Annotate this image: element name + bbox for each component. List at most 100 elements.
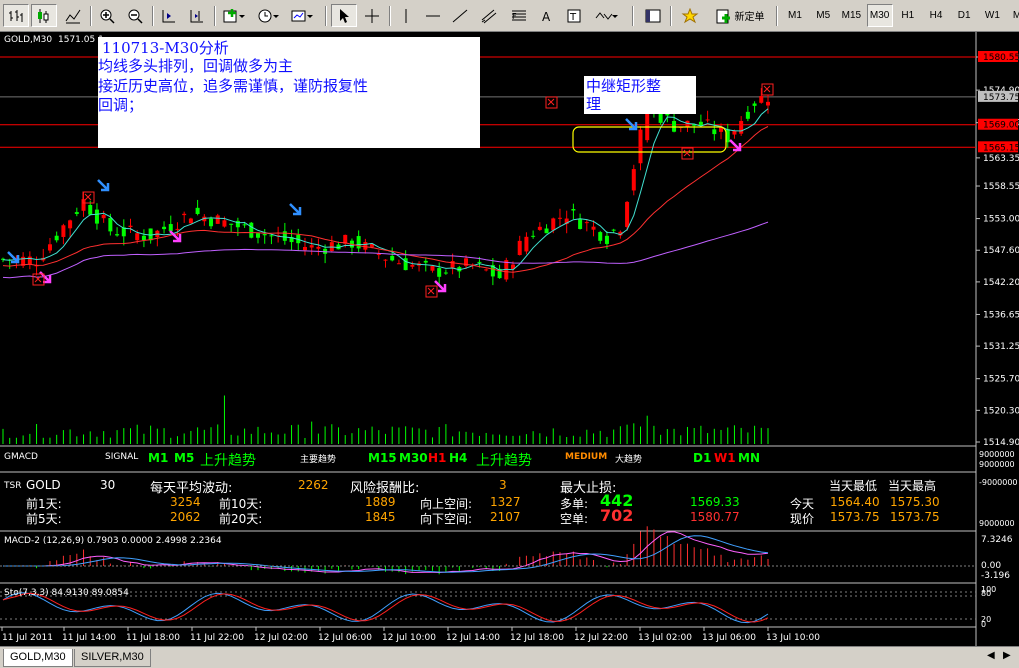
candle-body <box>128 225 133 227</box>
candle-body <box>256 233 260 238</box>
price-label: 1571.05 1 <box>58 35 104 45</box>
horizontal-line-icon[interactable] <box>421 4 445 27</box>
candle-body <box>598 232 603 241</box>
consolidation-note: 中继矩形整 理 <box>584 76 696 114</box>
r10-value: 1889 <box>365 495 396 509</box>
analysis-title: 110713-M30分析 <box>102 39 229 57</box>
candle-body <box>168 224 173 232</box>
candle-body <box>544 228 549 234</box>
templates-icon[interactable] <box>287 4 317 27</box>
gmacd-label: GMACD <box>4 452 38 462</box>
candlestick-chart-icon[interactable] <box>31 4 57 27</box>
add-indicator-icon[interactable] <box>219 4 249 27</box>
candle-body <box>672 121 677 132</box>
crosshair-icon[interactable] <box>359 4 385 27</box>
candle-body <box>537 226 542 230</box>
candle-body <box>443 272 448 274</box>
tab-scroll-left-icon[interactable]: ◀ <box>987 650 995 661</box>
now-high-value: 1573.75 <box>890 510 940 524</box>
text-tool-icon[interactable]: A <box>535 4 559 27</box>
new-order-button[interactable]: 新定单 <box>707 4 773 27</box>
candle-body <box>222 220 227 227</box>
trend-signal-1: 上升趋势 <box>200 453 256 469</box>
stop-cross-icon <box>427 287 435 295</box>
today-high-label: 当天最高 <box>888 479 937 493</box>
price-axis-label: 1536.65 <box>983 310 1019 320</box>
short-number: 702 <box>600 506 634 525</box>
fibonacci-icon[interactable]: F <box>507 4 531 27</box>
line-chart-icon[interactable] <box>60 4 86 27</box>
period-m1-button[interactable]: M1 <box>782 4 808 27</box>
periodicity-icon[interactable] <box>640 4 666 27</box>
candle-body <box>262 234 267 236</box>
cursor-icon[interactable] <box>331 4 357 27</box>
time-axis-label: 11 Jul 22:00 <box>190 633 244 643</box>
sto-axis-label: 80 <box>981 589 991 598</box>
candle-body <box>101 214 106 219</box>
stop-cross-icon <box>547 98 555 106</box>
candle-body <box>47 244 52 251</box>
ma-mid-line <box>2 126 769 273</box>
candle-body <box>430 266 435 271</box>
candle-body <box>302 246 307 251</box>
chart-shift-icon[interactable] <box>184 4 210 27</box>
analysis-line-3: 回调； <box>98 96 144 114</box>
period-m5-button[interactable]: M5 <box>810 4 836 27</box>
bar-chart-icon[interactable] <box>3 4 29 27</box>
zoom-out-icon[interactable] <box>122 4 148 27</box>
time-axis-label: 12 Jul 06:00 <box>318 633 372 643</box>
text-label-icon[interactable]: T <box>562 4 586 27</box>
candle-body <box>557 217 562 219</box>
period-clock-icon[interactable] <box>253 4 283 27</box>
consolidation-rectangle <box>572 126 727 153</box>
period-h4-button[interactable]: H4 <box>923 4 949 27</box>
macd-label: MACD-2 (12,26,9) 0.7903 0.0000 2.4998 2.… <box>4 536 222 546</box>
mn-signal: MN <box>738 451 760 465</box>
chart-window[interactable]: 1580.551574.901569.351563.351558.551553.… <box>0 32 1019 646</box>
period-w1-button[interactable]: W1 <box>979 4 1005 27</box>
period-h1-button[interactable]: H1 <box>895 4 921 27</box>
time-axis-label: 12 Jul 14:00 <box>446 633 500 643</box>
candle-body <box>571 209 576 211</box>
avg-vol-label: 每天平均波动: <box>150 481 233 496</box>
time-axis-label: 13 Jul 10:00 <box>766 633 820 643</box>
time-axis-label: 12 Jul 02:00 <box>254 633 308 643</box>
period-mn-button[interactable]: MN <box>1008 4 1019 27</box>
tsr-axis-bottom: 9000000 <box>979 519 1015 528</box>
arrows-icon[interactable] <box>590 4 622 27</box>
now-low-value: 1573.75 <box>830 510 880 524</box>
h4-signal: H4 <box>449 451 468 465</box>
candle-body <box>229 223 234 225</box>
zoom-in-icon[interactable] <box>94 4 120 27</box>
price-axis-label: 1531.25 <box>983 342 1019 352</box>
vertical-line-icon[interactable] <box>394 4 418 27</box>
tab-scroll-right-icon[interactable]: ▶ <box>1003 650 1011 661</box>
time-axis-label: 11 Jul 14:00 <box>62 633 116 643</box>
period-m30-button[interactable]: M30 <box>866 4 893 27</box>
candle-body <box>242 224 247 226</box>
candle-body <box>27 256 32 265</box>
price-tag-label: 1565.15 <box>983 143 1019 153</box>
candle-body <box>524 236 529 252</box>
tab-gold-m30[interactable]: GOLD,M30 <box>3 649 73 667</box>
candle-body <box>410 264 415 267</box>
tsr-label: TSR <box>4 481 22 491</box>
sto-label: Sto(7,3,3) 84.9130 89.0854 <box>4 588 129 598</box>
tab-silver-m30[interactable]: SILVER,M30 <box>74 649 151 667</box>
period-m15-button[interactable]: M15 <box>838 4 864 27</box>
candle-body <box>108 218 113 232</box>
period-d1-button[interactable]: D1 <box>951 4 977 27</box>
today-low-value: 1564.40 <box>830 495 880 509</box>
r20-value: 1845 <box>365 510 396 524</box>
candle-body <box>309 245 314 248</box>
time-axis-label: 13 Jul 06:00 <box>702 633 756 643</box>
trendline-icon[interactable] <box>448 4 472 27</box>
gmacd-axis-top: 9000000 <box>979 450 1015 459</box>
experts-icon[interactable] <box>677 4 703 27</box>
channel-icon[interactable] <box>476 4 504 27</box>
m1-signal: M1 <box>148 451 169 465</box>
autoscroll-icon[interactable] <box>156 4 182 27</box>
risk-value: 3 <box>499 478 507 492</box>
analysis-line-2: 接近历史高位，追多需谨慎，谨防报复性 <box>98 77 369 95</box>
candle-body <box>759 95 764 103</box>
